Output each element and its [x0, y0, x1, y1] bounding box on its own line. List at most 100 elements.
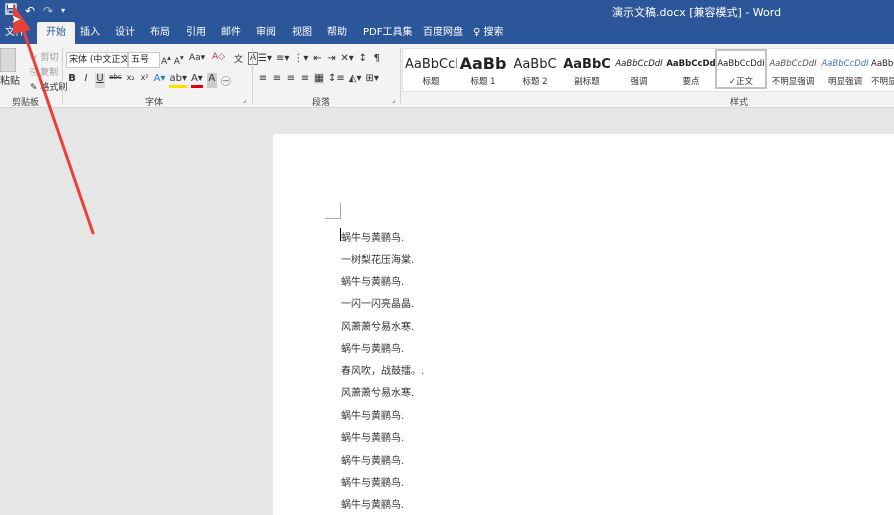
- tab-references[interactable]: 引用: [183, 22, 209, 44]
- style-intense-emphasis[interactable]: AaBbCcDdI 明显强调: [819, 49, 871, 89]
- bold-button[interactable]: B: [67, 73, 77, 88]
- format-painter-label: 格式刷: [40, 83, 68, 93]
- font-size-buttons[interactable]: A▴ A▾: [161, 53, 184, 67]
- text-effects-icon[interactable]: A▾: [154, 73, 166, 88]
- font-group-label: 字体: [145, 98, 164, 108]
- style-name: 标题 2: [522, 77, 548, 87]
- multilevel-list-icon[interactable]: ⋮▾: [293, 53, 308, 64]
- doc-line[interactable]: 蜗牛与黄鹂鸟.: [341, 429, 404, 444]
- doc-line[interactable]: 蜗牛与黄鹂鸟.: [341, 496, 404, 511]
- paste-icon[interactable]: [0, 48, 16, 72]
- tab-layout[interactable]: 布局: [147, 22, 173, 44]
- style-name: 不明显强调: [771, 77, 815, 87]
- tab-search[interactable]: ♀ 搜索: [470, 22, 507, 44]
- sort-icon[interactable]: ↕: [358, 53, 368, 64]
- paragraph-dialog-launcher-icon[interactable]: ⌟: [392, 96, 395, 104]
- style-strong[interactable]: AaBbCcDd 要点: [665, 49, 717, 89]
- copy-icon: ⎘: [30, 68, 38, 78]
- decrease-indent-icon[interactable]: ⇤: [312, 53, 322, 64]
- styles-gallery: AaBbCcI 标题 AaBb 标题 1 AaBbC 标题 2 AaBbC 副标…: [402, 48, 894, 92]
- underline-button[interactable]: U: [95, 73, 105, 88]
- style-name: 要点: [682, 77, 700, 87]
- doc-line[interactable]: 蜗牛与黄鹂鸟.: [341, 340, 404, 355]
- mouse-pointer-icon: ➤: [11, 12, 22, 26]
- distributed-icon[interactable]: ▦: [314, 73, 324, 84]
- ribbon-tabs: 文件 开始 插入 设计 布局 引用 邮件 审阅 视图 帮助 PDF工具集 百度网…: [0, 22, 894, 44]
- undo-icon[interactable]: ↶: [25, 3, 35, 19]
- doc-line[interactable]: 蜗牛与黄鹂鸟.: [341, 229, 404, 244]
- align-center-icon[interactable]: ≡: [272, 73, 282, 84]
- tab-insert[interactable]: 插入: [77, 22, 103, 44]
- doc-line[interactable]: 风萧萧兮易水寒.: [341, 384, 414, 399]
- style-subtle-emphasis[interactable]: AaBbCcDdI 不明显强调: [767, 49, 819, 89]
- font-name-select[interactable]: 宋体 (中文正文): [66, 52, 128, 68]
- numbering-icon[interactable]: ≡▾: [276, 53, 289, 64]
- cut-button[interactable]: ✂ 剪切: [30, 50, 58, 63]
- doc-line[interactable]: 一树梨花压海棠.: [341, 251, 414, 266]
- strikethrough-button[interactable]: abc: [109, 73, 122, 88]
- enclosed-char-icon[interactable]: ㊀: [221, 73, 231, 88]
- doc-line[interactable]: 蜗牛与黄鹂鸟.: [341, 474, 404, 489]
- highlight-icon[interactable]: ab▾: [169, 73, 187, 88]
- align-left-icon[interactable]: ≡: [258, 73, 268, 84]
- group-divider: [252, 48, 253, 104]
- chinese-layout-icon[interactable]: ✕▾: [340, 53, 353, 64]
- phonetic-guide-icon[interactable]: 文: [234, 52, 243, 65]
- doc-line[interactable]: 蜗牛与黄鹂鸟.: [341, 452, 404, 467]
- redo-icon[interactable]: ↷: [43, 3, 53, 19]
- borders-icon[interactable]: ⊞▾: [365, 73, 378, 84]
- tab-home[interactable]: 开始: [37, 22, 75, 44]
- doc-line[interactable]: 风萧萧兮易水寒.: [341, 318, 414, 333]
- style-preview: AaBbCcDdI: [769, 59, 817, 69]
- style-title[interactable]: AaBbCcI 标题: [405, 49, 457, 89]
- tab-design[interactable]: 设计: [112, 22, 138, 44]
- tab-review[interactable]: 审阅: [253, 22, 279, 44]
- styles-group-label: 样式: [730, 98, 749, 108]
- font-size-select[interactable]: 五号: [128, 52, 160, 68]
- align-right-icon[interactable]: ≡: [286, 73, 296, 84]
- style-heading-2[interactable]: AaBbC 标题 2: [509, 49, 561, 89]
- change-case-button[interactable]: Aa▾: [189, 53, 205, 63]
- tab-mailings[interactable]: 邮件: [218, 22, 244, 44]
- doc-line[interactable]: 蜗牛与黄鹂鸟.: [341, 273, 404, 288]
- copy-label: 复制: [40, 68, 59, 78]
- style-subtitle[interactable]: AaBbC 副标题: [561, 49, 613, 89]
- style-name: 标题 1: [470, 77, 496, 87]
- line-spacing-icon[interactable]: ↕≡: [328, 73, 345, 84]
- tab-pdf-tools[interactable]: PDF工具集: [360, 22, 415, 44]
- style-preview: AaBb: [459, 54, 507, 73]
- tab-help[interactable]: 帮助: [324, 22, 350, 44]
- clear-formatting-icon[interactable]: A◇: [212, 52, 225, 62]
- bullets-icon[interactable]: ☰▾: [258, 53, 272, 64]
- font-color-icon[interactable]: A▾: [190, 73, 203, 88]
- style-preview: AaBbCcDdI: [615, 59, 663, 69]
- style-normal[interactable]: AaBbCcDdI ✓正文: [715, 49, 767, 89]
- tab-search-label: 搜索: [483, 27, 504, 38]
- superscript-button[interactable]: x²: [140, 73, 150, 88]
- paste-button[interactable]: 粘贴: [0, 72, 20, 87]
- style-name-checked: ✓正文: [717, 75, 765, 87]
- copy-button[interactable]: ⎘ 复制: [30, 65, 58, 78]
- show-marks-icon[interactable]: ¶: [372, 53, 382, 64]
- customize-icon[interactable]: ▾: [61, 3, 65, 19]
- doc-line[interactable]: 春风吹，战鼓擂。.: [341, 362, 424, 377]
- tab-view[interactable]: 视图: [289, 22, 315, 44]
- shading-icon[interactable]: ◭▾: [349, 73, 362, 84]
- style-emphasis[interactable]: AaBbCcDdI 强调: [613, 49, 665, 89]
- style-preview: AaBbCcDdI: [717, 59, 765, 69]
- subscript-button[interactable]: x₂: [126, 73, 136, 88]
- doc-line[interactable]: 蜗牛与黄鹂鸟.: [341, 407, 404, 422]
- justify-icon[interactable]: ≡: [300, 73, 310, 84]
- style-heading-1[interactable]: AaBb 标题 1: [457, 49, 509, 89]
- style-subtle[interactable]: AaBbC 不明显: [871, 49, 894, 89]
- enclose-character-icon[interactable]: A: [248, 52, 259, 65]
- font-dialog-launcher-icon[interactable]: ⌟: [243, 96, 246, 104]
- increase-indent-icon[interactable]: ⇥: [326, 53, 336, 64]
- cut-label: 剪切: [40, 53, 59, 63]
- tab-baidu-netdisk[interactable]: 百度网盘: [420, 22, 466, 44]
- title-bar: ↶ ↷ ▾ 演示文稿.docx [兼容模式] - Word: [0, 0, 894, 22]
- italic-button[interactable]: I: [81, 73, 91, 88]
- doc-line[interactable]: 一闪一闪亮晶晶.: [341, 295, 414, 310]
- style-name: 标题: [422, 77, 440, 87]
- character-shading-icon[interactable]: A: [206, 73, 217, 88]
